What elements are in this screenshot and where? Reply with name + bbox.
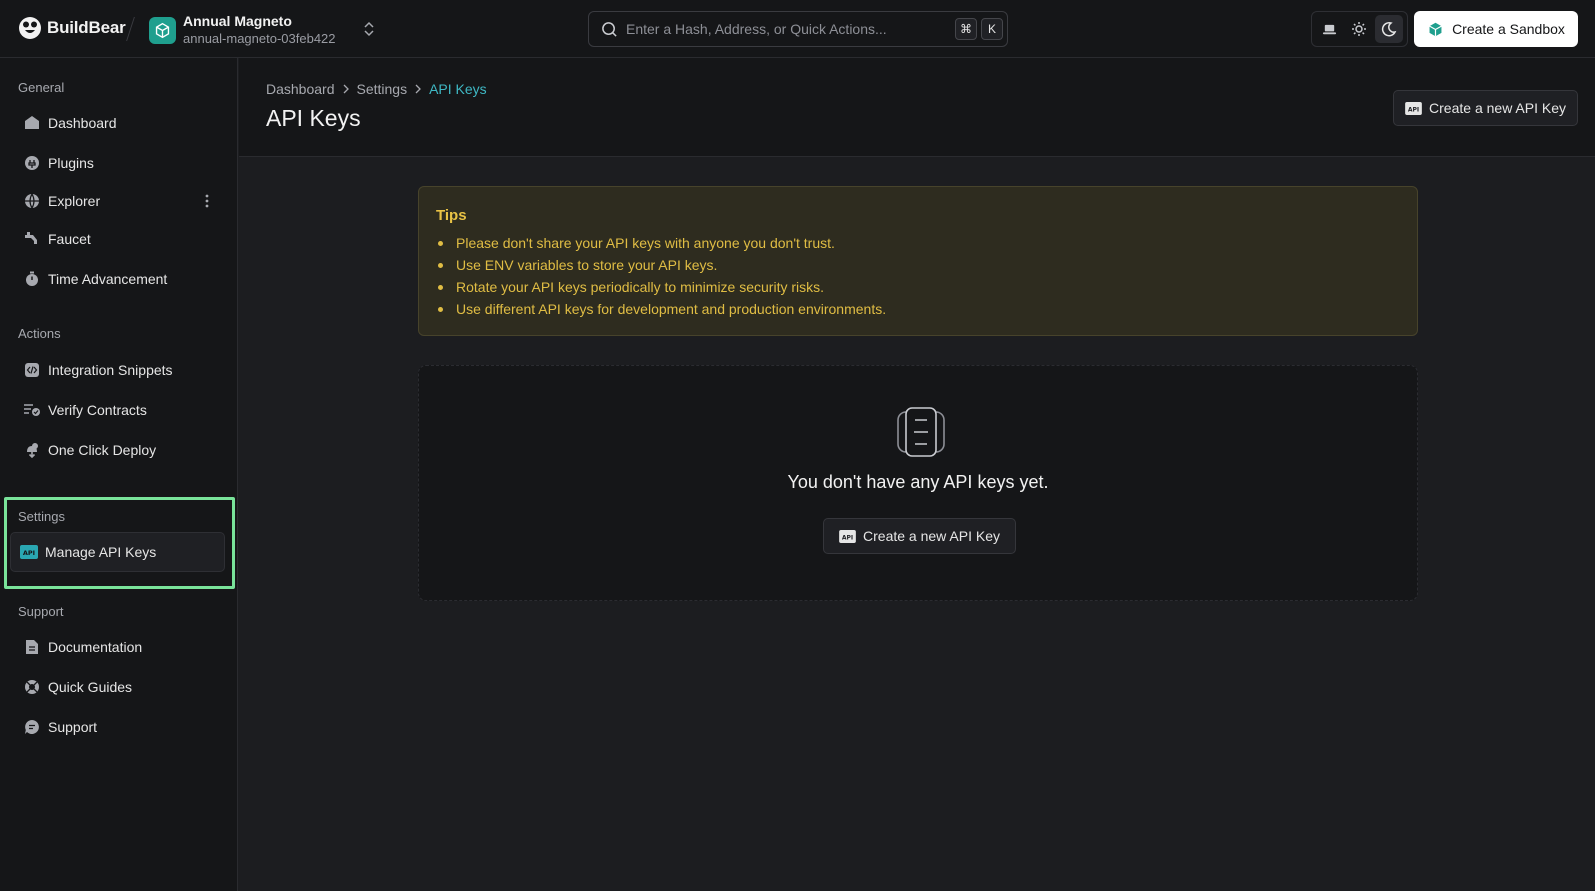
tips-panel: Tips Please don't share your API keys wi… (418, 186, 1418, 336)
sidebar-item-quick-guides[interactable]: Quick Guides (14, 669, 224, 705)
search-input[interactable] (626, 21, 946, 37)
api-icon: API (1405, 101, 1422, 115)
chat-icon (23, 718, 41, 736)
code-icon (23, 361, 41, 379)
tips-list: Please don't share your API keys with an… (436, 232, 1400, 320)
project-selector[interactable]: Annual Magneto annual-magneto-03feb422 (149, 13, 336, 47)
deploy-icon (23, 441, 41, 459)
dashboard-icon (23, 114, 41, 132)
sidebar-item-integration-snippets[interactable]: Integration Snippets (14, 352, 224, 388)
tip-item: Use different API keys for development a… (436, 298, 1400, 320)
sidebar-section-support: Support (18, 604, 64, 619)
theme-dark-button[interactable] (1375, 15, 1404, 43)
page-title: API Keys (266, 105, 361, 131)
create-sandbox-button[interactable]: Create a Sandbox (1414, 11, 1578, 47)
sidebar-item-label: Documentation (48, 639, 143, 655)
breadcrumb-dashboard[interactable]: Dashboard (266, 81, 335, 97)
globe-icon (23, 192, 41, 210)
sidebar-item-label: Explorer (48, 193, 101, 209)
sidebar-item-support[interactable]: Support (14, 709, 224, 745)
sidebar-item-faucet[interactable]: Faucet (14, 221, 224, 257)
api-icon: API (839, 529, 856, 543)
search-bar[interactable]: ⌘ K (588, 11, 1008, 47)
sandbox-cube-icon (149, 16, 176, 44)
sidebar-item-one-click-deploy[interactable]: One Click Deploy (14, 432, 224, 468)
lifebuoy-icon (23, 678, 41, 696)
sidebar-item-label: Verify Contracts (48, 402, 147, 418)
empty-list-icon (897, 407, 945, 457)
svg-text:API: API (842, 534, 853, 541)
breadcrumb-api-keys: API Keys (429, 81, 487, 97)
sidebar-item-dashboard[interactable]: Dashboard (14, 105, 224, 141)
sidebar-item-label: Support (48, 719, 98, 735)
sidebar-item-label: One Click Deploy (48, 442, 157, 458)
top-bar: BuildBear Annual Magneto annual-magneto-… (0, 0, 1595, 58)
laptop-icon (1323, 24, 1337, 34)
sidebar-item-label: Plugins (48, 155, 94, 171)
sidebar-item-label: Integration Snippets (48, 362, 173, 378)
sidebar-item-time-advancement[interactable]: Time Advancement (14, 261, 224, 297)
create-api-key-empty-button[interactable]: API Create a new API Key (823, 518, 1016, 554)
create-sandbox-label: Create a Sandbox (1452, 21, 1565, 37)
sidebar-item-documentation[interactable]: Documentation (14, 629, 224, 665)
brand-name: BuildBear (47, 18, 126, 37)
create-api-key-button[interactable]: API Create a new API Key (1393, 90, 1578, 126)
settings-highlight-frame (4, 497, 235, 589)
sidebar-section-general: General (18, 80, 65, 95)
breadcrumb: Dashboard Settings API Keys (266, 81, 487, 97)
tips-title: Tips (436, 207, 467, 224)
empty-state: You don't have any API keys yet. API Cre… (418, 365, 1418, 601)
sidebar: General Dashboard Plugins Explorer Fauce… (0, 58, 238, 891)
sidebar-item-verify-contracts[interactable]: Verify Contracts (14, 392, 224, 428)
project-name: Annual Magneto (183, 13, 292, 29)
sidebar-item-label: Faucet (48, 231, 91, 247)
brand-logo-link[interactable]: BuildBear (18, 16, 126, 40)
sidebar-item-plugins[interactable]: Plugins (14, 145, 224, 181)
tip-item: Rotate your API keys periodically to min… (436, 276, 1400, 298)
faucet-icon (23, 230, 41, 248)
chevron-right-icon (414, 84, 422, 94)
sidebar-item-label: Quick Guides (48, 679, 133, 695)
project-slug: annual-magneto-03feb422 (183, 31, 336, 46)
sun-icon (1352, 22, 1367, 36)
sidebar-section-actions: Actions (18, 326, 61, 341)
brand-divider (126, 17, 135, 41)
breadcrumb-settings[interactable]: Settings (357, 81, 408, 97)
buildbear-logo-icon (19, 17, 41, 39)
page-header: Dashboard Settings API Keys API Keys API… (239, 58, 1595, 157)
sidebar-item-label: Dashboard (48, 115, 117, 131)
more-vertical-icon[interactable] (198, 192, 216, 210)
theme-system-button[interactable] (1316, 15, 1344, 43)
chevron-right-icon (342, 84, 350, 94)
moon-icon (1382, 21, 1397, 37)
stopwatch-icon (23, 270, 41, 288)
create-api-key-empty-label: Create a new API Key (863, 528, 1000, 544)
kbd-k: K (981, 18, 1003, 40)
verify-icon (23, 401, 41, 419)
theme-light-button[interactable] (1345, 15, 1373, 43)
document-icon (23, 638, 41, 656)
create-api-key-label: Create a new API Key (1429, 100, 1566, 116)
search-icon (602, 21, 617, 37)
sidebar-item-label: Time Advancement (48, 271, 168, 287)
svg-text:API: API (1408, 106, 1419, 113)
theme-switcher (1311, 11, 1408, 47)
sidebar-item-explorer[interactable]: Explorer (14, 183, 224, 219)
chevron-up-down-icon[interactable] (358, 18, 380, 40)
plugins-icon (23, 154, 41, 172)
kbd-command: ⌘ (955, 18, 977, 40)
tip-item: Use ENV variables to store your API keys… (436, 254, 1400, 276)
tip-item: Please don't share your API keys with an… (436, 232, 1400, 254)
empty-state-message: You don't have any API keys yet. (787, 472, 1049, 492)
sandbox-cube-icon (1429, 22, 1442, 36)
